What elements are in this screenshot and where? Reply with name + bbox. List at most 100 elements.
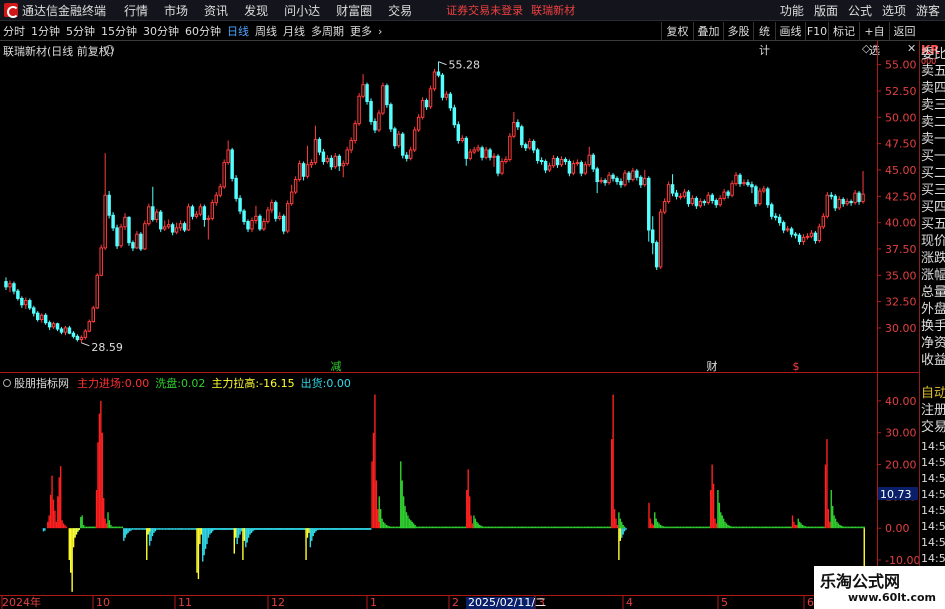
sidebar-item[interactable]: 涨跌 bbox=[921, 251, 945, 267]
period-tab-5[interactable]: 60分钟 bbox=[182, 23, 224, 39]
toolbar-button-2[interactable]: 多股 bbox=[723, 22, 753, 41]
sidebar-item[interactable]: 卖四 bbox=[921, 81, 945, 97]
event-marker[interactable]: 财 bbox=[707, 359, 718, 373]
toolbar-button-5[interactable]: F10 bbox=[805, 22, 828, 41]
candle bbox=[444, 90, 449, 101]
sidebar-item[interactable]: 买三 bbox=[921, 183, 945, 199]
login-warning[interactable]: 证券交易未登录 bbox=[446, 2, 523, 18]
sidebar-item[interactable]: 卖一 bbox=[921, 132, 945, 148]
candle bbox=[321, 148, 326, 165]
indicator-tick-label: 40.00 bbox=[885, 395, 917, 408]
indicator-bar bbox=[346, 528, 349, 530]
period-tab-2[interactable]: 5分钟 bbox=[63, 23, 98, 39]
sidebar-bottom-item[interactable]: 交易 bbox=[921, 420, 945, 436]
period-tab-3[interactable]: 15分钟 bbox=[98, 23, 140, 39]
sidebar-item[interactable]: 买二 bbox=[921, 166, 945, 182]
indicator-bar bbox=[98, 413, 101, 529]
indicator-bar bbox=[811, 526, 814, 529]
event-marker[interactable]: $ bbox=[793, 360, 800, 373]
right-menu-item-4[interactable]: 游客 bbox=[911, 2, 945, 19]
indicator-bar bbox=[754, 526, 756, 529]
toolbar-button-1[interactable]: 叠加 bbox=[693, 22, 723, 41]
indicator-settings-icon[interactable] bbox=[3, 379, 11, 387]
indicator-bar bbox=[111, 526, 114, 529]
sidebar-item[interactable]: 收益 bbox=[921, 353, 945, 369]
candle bbox=[397, 130, 401, 148]
candle-body bbox=[591, 154, 595, 170]
close-icon[interactable]: ✕ bbox=[907, 42, 916, 55]
toolbar-button-3[interactable]: 统计 bbox=[753, 22, 775, 57]
sidebar-item[interactable]: 买一 bbox=[921, 149, 945, 165]
candle bbox=[520, 124, 524, 148]
sidebar-item[interactable]: 换手 bbox=[921, 319, 945, 335]
indicator-bar bbox=[418, 526, 421, 529]
indicator-bar bbox=[596, 526, 599, 529]
sidebar-time: 14:56 bbox=[921, 552, 945, 565]
candle-body bbox=[527, 141, 532, 149]
indicator-bar bbox=[428, 526, 431, 529]
period-tab-4[interactable]: 30分钟 bbox=[140, 23, 182, 39]
candle-body bbox=[456, 124, 461, 141]
indicator-bar bbox=[621, 528, 623, 538]
period-tab-9[interactable]: 多周期 bbox=[308, 23, 347, 39]
indicator-bar bbox=[788, 526, 791, 529]
indicator-bar bbox=[457, 526, 459, 529]
menu-item-6[interactable]: 交易 bbox=[380, 2, 420, 19]
toolbar-button-8[interactable]: 返回 bbox=[889, 22, 919, 41]
candle bbox=[349, 137, 353, 154]
candle bbox=[801, 234, 806, 245]
toolbar-button-0[interactable]: 复权 bbox=[661, 22, 693, 41]
kline-chart[interactable]: 55.0052.5050.0047.5045.0042.5040.0037.50… bbox=[0, 41, 945, 609]
toolbar-button-6[interactable]: 标记 bbox=[828, 22, 859, 41]
sidebar-item[interactable]: 卖五 bbox=[921, 64, 945, 80]
sidebar-item[interactable]: 外盘 bbox=[921, 302, 945, 318]
sidebar-item[interactable]: 卖三 bbox=[921, 98, 945, 114]
right-menu-item-0[interactable]: 功能 bbox=[775, 2, 809, 19]
period-tab-6[interactable]: 日线 bbox=[224, 23, 252, 39]
menu-item-4[interactable]: 问小达 bbox=[276, 2, 328, 19]
candle-body bbox=[353, 123, 357, 141]
toolbar-button-7[interactable]: +自选 bbox=[859, 22, 889, 57]
sidebar-item[interactable]: 现价 bbox=[921, 234, 945, 250]
sidebar-item[interactable]: 卖二 bbox=[921, 115, 945, 131]
menu-item-1[interactable]: 市场 bbox=[156, 2, 196, 19]
watermark: 乐淘公式网 www.60lt.com bbox=[814, 566, 945, 609]
more-arrow-icon[interactable]: › bbox=[375, 25, 385, 38]
event-marker[interactable]: 减 bbox=[331, 360, 342, 373]
price-tick-label: 55.00 bbox=[885, 59, 917, 72]
menu-item-0[interactable]: 行情 bbox=[116, 2, 156, 19]
settings-diamond-icon[interactable]: ◇ bbox=[862, 42, 870, 55]
right-menu-item-2[interactable]: 公式 bbox=[843, 2, 877, 19]
date-label: 2 bbox=[452, 596, 459, 609]
indicator-bar bbox=[523, 526, 525, 529]
period-tab-8[interactable]: 月线 bbox=[280, 23, 308, 39]
sidebar-bottom-item[interactable]: 注册 bbox=[921, 403, 945, 419]
watermark-url: www.60lt.com bbox=[848, 591, 937, 604]
period-tab-1[interactable]: 1分钟 bbox=[28, 23, 63, 39]
sidebar-item[interactable]: 净资 bbox=[921, 336, 945, 352]
candle bbox=[266, 206, 270, 224]
title-settings-icon[interactable] bbox=[105, 45, 114, 54]
candle bbox=[381, 82, 385, 116]
period-tab-0[interactable]: 分时 bbox=[0, 23, 28, 39]
toolbar-button-4[interactable]: 画线 bbox=[775, 22, 805, 41]
indicator-bar bbox=[381, 518, 383, 529]
sidebar-item[interactable]: 总量 bbox=[921, 285, 945, 301]
sidebar-item[interactable]: 买五 bbox=[921, 217, 945, 233]
indicator-bar bbox=[48, 515, 50, 529]
right-menu-item-1[interactable]: 版面 bbox=[809, 2, 843, 19]
candle bbox=[55, 322, 60, 332]
sidebar-item[interactable]: 买四 bbox=[921, 200, 945, 216]
menu-item-5[interactable]: 财富圈 bbox=[328, 2, 380, 19]
menu-item-2[interactable]: 资讯 bbox=[196, 2, 236, 19]
right-menu-item-3[interactable]: 选项 bbox=[877, 2, 911, 19]
candle bbox=[79, 335, 84, 343]
menu-item-3[interactable]: 发现 bbox=[236, 2, 276, 19]
sidebar-item[interactable]: 委比 bbox=[921, 47, 945, 63]
period-tab-7[interactable]: 周线 bbox=[252, 23, 280, 39]
period-tab-10[interactable]: 更多 bbox=[347, 23, 375, 39]
indicator-bar bbox=[101, 432, 103, 529]
sidebar-bottom-item[interactable]: 自动 bbox=[921, 386, 945, 402]
sidebar-item[interactable]: 涨幅 bbox=[921, 268, 945, 284]
indicator-bar bbox=[240, 528, 243, 532]
